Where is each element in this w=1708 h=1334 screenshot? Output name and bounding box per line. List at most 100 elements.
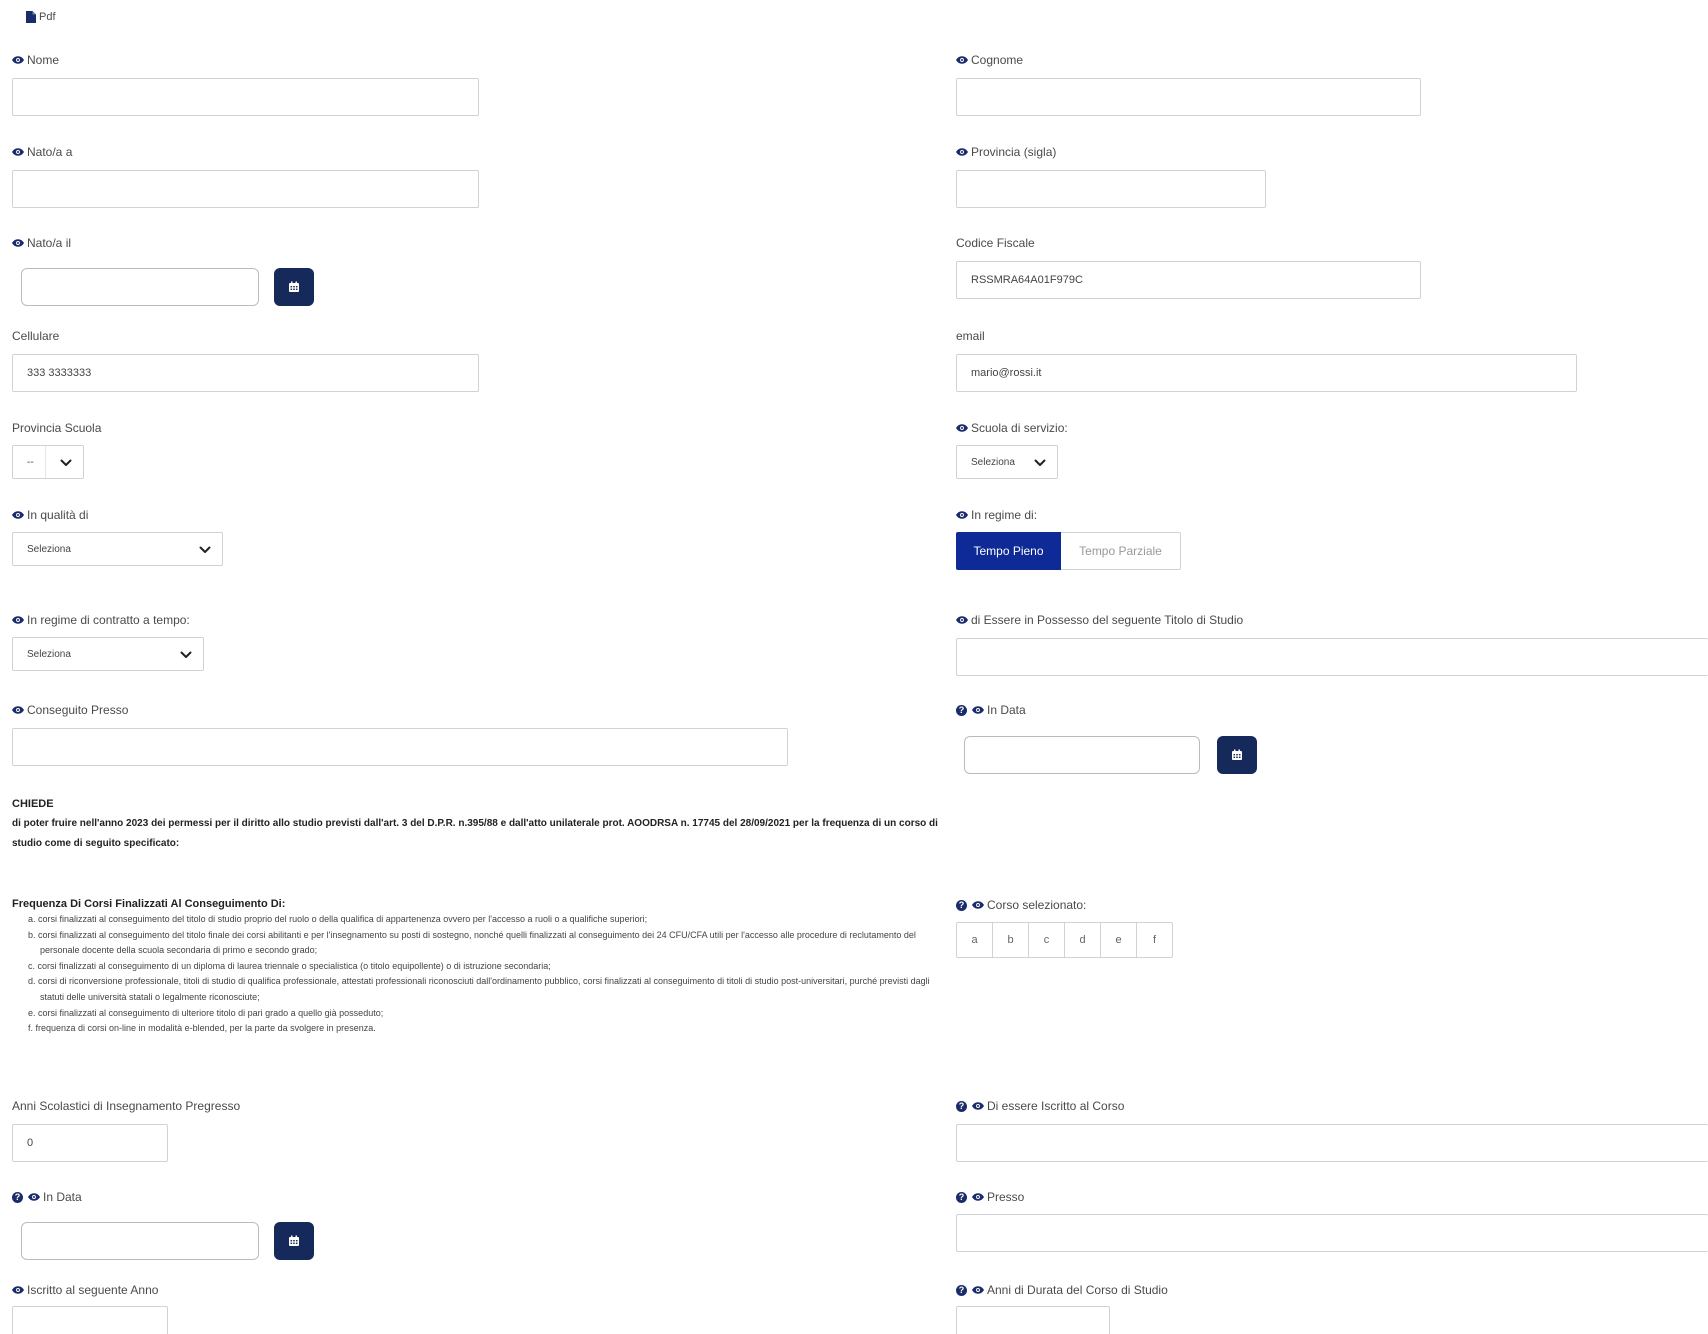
codice-fiscale-input[interactable]: RSSMRA64A01F979C [956, 261, 1421, 299]
calendar-icon [288, 1235, 300, 1247]
presso-input[interactable] [956, 1214, 1708, 1252]
provincia-scuola-select[interactable]: -- [12, 445, 84, 479]
corso-option-d[interactable]: d [1065, 923, 1101, 957]
eye-icon [956, 56, 968, 64]
eye-icon [12, 148, 24, 156]
nato-il-calendar-button[interactable] [274, 268, 314, 306]
cellulare-input[interactable]: 333 3333333 [12, 354, 479, 392]
chevron-down-icon [198, 543, 212, 557]
contratto-value: Seleziona [27, 648, 71, 660]
eye-icon [12, 1286, 24, 1294]
scuola-servizio-label: Scuola di servizio: [956, 421, 1068, 435]
iscritto-corso-input[interactable] [956, 1124, 1708, 1162]
provincia-scuola-value: -- [27, 456, 34, 468]
list-item: f. frequenza di corsi on-line in modalit… [28, 1023, 376, 1034]
nato-a-input[interactable] [12, 170, 479, 208]
nato-a-label: Nato/a a [12, 145, 72, 159]
iscritto-anno-label: Iscritto al seguente Anno [12, 1283, 158, 1297]
presso-label: ? Presso [956, 1190, 1024, 1204]
eye-icon [956, 616, 968, 624]
in-data-1-date-input[interactable] [964, 736, 1200, 774]
list-item: c. corsi finalizzati al conseguimento di… [28, 960, 551, 971]
titolo-studio-input[interactable] [956, 638, 1708, 676]
conseguito-presso-label: Conseguito Presso [12, 703, 128, 717]
anni-pregresso-label: Anni Scolastici di Insegnamento Pregress… [12, 1099, 241, 1113]
help-icon[interactable]: ? [12, 1191, 23, 1203]
conseguito-presso-input[interactable] [12, 728, 788, 766]
contratto-select[interactable]: Seleziona [12, 637, 204, 671]
nome-label: Nome [12, 53, 59, 67]
in-data-2-date-input[interactable] [21, 1222, 259, 1260]
email-input[interactable]: mario@rossi.it [956, 354, 1577, 392]
eye-icon [972, 706, 984, 714]
codice-fiscale-label: Codice Fiscale [956, 236, 1035, 250]
eye-icon [956, 424, 968, 432]
in-data-1-calendar-button[interactable] [1217, 736, 1257, 774]
scuola-servizio-value: Seleziona [971, 456, 1015, 468]
tempo-parziale-option[interactable]: Tempo Parziale [1061, 532, 1181, 570]
chevron-down-icon [179, 648, 193, 662]
calendar-icon [288, 281, 300, 293]
chevron-down-icon [59, 456, 73, 470]
chiede-text: di poter fruire nell'anno 2023 dei perme… [12, 818, 938, 849]
in-data-2-calendar-button[interactable] [274, 1222, 314, 1260]
help-icon[interactable]: ? [956, 1100, 967, 1112]
frequenza-list: a. corsi finalizzati al conseguimento de… [28, 912, 953, 1037]
help-icon[interactable]: ? [956, 704, 967, 716]
eye-icon [12, 511, 24, 519]
corso-option-a[interactable]: a [957, 923, 993, 957]
eye-icon [28, 1193, 40, 1201]
corso-selezionato-options: a b c d e f [956, 922, 1173, 958]
corso-option-b[interactable]: b [993, 923, 1029, 957]
tempo-pieno-option[interactable]: Tempo Pieno [956, 532, 1061, 570]
nato-il-label: Nato/a il [12, 236, 71, 250]
eye-icon [972, 1102, 984, 1110]
provincia-sigla-label: Provincia (sigla) [956, 145, 1056, 159]
regime-label: In regime di: [956, 508, 1037, 522]
eye-icon [956, 511, 968, 519]
anni-durata-label: ? Anni di Durata del Corso di Studio [956, 1283, 1168, 1297]
eye-icon [12, 616, 24, 624]
list-item: e. corsi finalizzati al conseguimento di… [28, 1007, 384, 1018]
help-icon[interactable]: ? [956, 899, 967, 911]
cognome-input[interactable] [956, 78, 1421, 116]
anni-durata-input[interactable] [956, 1306, 1110, 1334]
file-icon [26, 11, 36, 23]
provincia-scuola-label: Provincia Scuola [12, 421, 102, 435]
qualita-select[interactable]: Seleziona [12, 532, 223, 566]
corso-option-c[interactable]: c [1029, 923, 1065, 957]
cellulare-label: Cellulare [12, 329, 60, 343]
nome-input[interactable] [12, 78, 479, 116]
help-icon[interactable]: ? [956, 1191, 967, 1203]
chevron-down-icon [1033, 456, 1047, 470]
anni-pregresso-input[interactable]: 0 [12, 1124, 168, 1162]
iscritto-corso-label: ? Di essere Iscritto al Corso [956, 1099, 1124, 1113]
contratto-label: In regime di contratto a tempo: [12, 613, 190, 627]
calendar-icon [1231, 749, 1243, 761]
corso-selezionato-label: ? Corso selezionato: [956, 898, 1086, 912]
eye-icon [956, 148, 968, 156]
list-item: b. corsi finalizzati al conseguimento de… [28, 929, 916, 956]
eye-icon [12, 706, 24, 714]
eye-icon [972, 1286, 984, 1294]
iscritto-anno-input[interactable] [12, 1306, 168, 1334]
qualita-label: In qualità di [12, 508, 88, 522]
frequenza-title: Frequenza Di Corsi Finalizzati Al Conseg… [12, 898, 286, 910]
eye-icon [12, 56, 24, 64]
chiede-title: CHIEDE [12, 798, 54, 810]
pdf-label: Pdf [39, 11, 56, 23]
corso-option-f[interactable]: f [1137, 923, 1172, 957]
corso-option-e[interactable]: e [1101, 923, 1137, 957]
list-item: d. corsi di riconversione professionale,… [28, 976, 930, 1002]
scuola-servizio-select[interactable]: Seleziona [956, 445, 1058, 479]
email-label: email [956, 329, 985, 343]
nato-il-date-input[interactable] [21, 268, 259, 306]
provincia-sigla-input[interactable] [956, 170, 1266, 208]
pdf-link[interactable]: Pdf [26, 11, 56, 23]
qualita-value: Seleziona [27, 543, 71, 555]
in-data-2-label: ? In Data [12, 1190, 82, 1204]
titolo-studio-label: di Essere in Possesso del seguente Titol… [956, 613, 1243, 627]
eye-icon [972, 901, 984, 909]
eye-icon [12, 239, 24, 247]
help-icon[interactable]: ? [956, 1284, 967, 1296]
